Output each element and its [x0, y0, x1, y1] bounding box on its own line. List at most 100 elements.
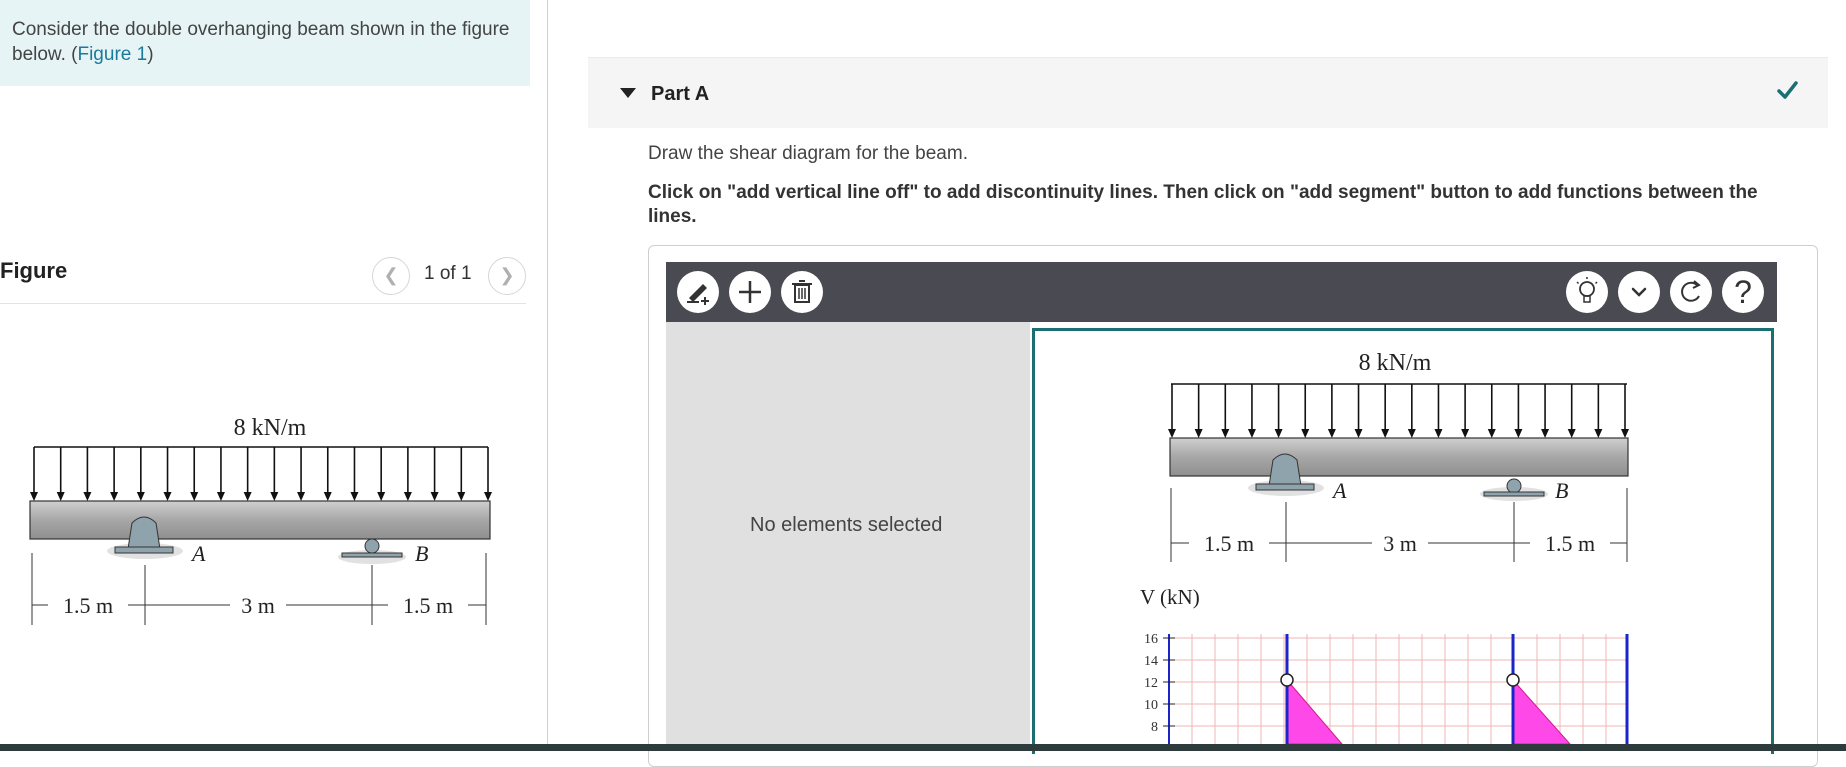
- roller-support-b: [364, 538, 380, 554]
- distributed-load-arrows: [30, 447, 492, 501]
- canvas-distributed-load-arrows: [1168, 384, 1629, 438]
- load-label: 8 kN/m: [234, 415, 307, 441]
- chevron-right-icon: ❯: [499, 265, 515, 285]
- load-arrowhead: [110, 492, 119, 501]
- add-segment-icon: [739, 281, 761, 303]
- load-arrowhead: [1301, 429, 1310, 438]
- problem-statement: Consider the double overhanging beam sho…: [12, 17, 512, 67]
- hint-icon: [1576, 277, 1598, 303]
- reset-button[interactable]: [1670, 271, 1712, 313]
- load-arrowhead: [1221, 429, 1230, 438]
- help-icon: ?: [1734, 274, 1752, 310]
- y-axis-ticks: 1614121086: [1144, 632, 1175, 744]
- support-a-label: A: [190, 541, 206, 566]
- figure-heading: Figure: [0, 258, 68, 283]
- problem-text-end: ): [147, 44, 154, 65]
- prev-figure-button[interactable]: ❮: [372, 257, 410, 295]
- load-arrowhead: [190, 492, 199, 501]
- canvas-roller-support-b: [1506, 478, 1522, 494]
- dim-left-label: 1.5 m: [63, 593, 113, 618]
- canvas-beam: [1169, 437, 1629, 477]
- load-arrowhead: [1407, 429, 1416, 438]
- hint-button[interactable]: [1566, 271, 1608, 313]
- help-button[interactable]: ?: [1722, 271, 1764, 313]
- load-arrowhead: [403, 492, 412, 501]
- load-arrowhead: [297, 492, 306, 501]
- load-arrowhead: [1168, 429, 1176, 438]
- load-arrowhead: [83, 492, 92, 501]
- dropdown-icon: [1631, 287, 1647, 297]
- panel-divider: [547, 0, 548, 751]
- add-segment-button[interactable]: [729, 271, 771, 313]
- y-tick-label: 12: [1144, 676, 1158, 691]
- beam-figure: 8 kN/m A B 1.5 m 3 m 1.5 m: [29, 415, 492, 625]
- load-arrowhead: [1621, 429, 1629, 438]
- delete-button[interactable]: [781, 271, 823, 313]
- load-arrowhead: [1461, 429, 1470, 438]
- load-arrowhead: [1594, 429, 1603, 438]
- y-tick-label: 14: [1144, 654, 1158, 669]
- canvas-load-label: 8 kN/m: [1359, 350, 1432, 376]
- load-arrowhead: [1247, 429, 1256, 438]
- support-b-label: B: [415, 541, 428, 566]
- delete-icon: [792, 280, 812, 303]
- selection-status: No elements selected: [750, 514, 943, 536]
- chevron-left-icon: ❮: [383, 265, 399, 285]
- segment-handle[interactable]: [1280, 673, 1294, 687]
- beam: [29, 500, 491, 540]
- add-vertical-line-icon: [687, 284, 709, 305]
- collapse-caret-icon[interactable]: [620, 88, 636, 98]
- load-arrowhead: [163, 492, 172, 501]
- load-arrowhead: [1514, 429, 1523, 438]
- dim-mid-label: 3 m: [241, 593, 275, 618]
- checkmark-icon: [1777, 81, 1798, 99]
- y-axis-label: V (kN): [1140, 585, 1200, 609]
- reset-icon: [1681, 280, 1701, 302]
- load-arrowhead: [30, 492, 38, 501]
- load-arrowhead: [1327, 429, 1336, 438]
- load-arrowhead: [1194, 429, 1203, 438]
- load-arrowhead: [484, 492, 492, 501]
- segment-handle[interactable]: [1506, 673, 1520, 687]
- load-arrowhead: [377, 492, 386, 501]
- load-arrowhead: [1354, 429, 1363, 438]
- canvas-dim-mid-label: 3 m: [1383, 531, 1417, 556]
- canvas-dim-right-label: 1.5 m: [1545, 531, 1595, 556]
- pin-support-a: [127, 516, 161, 550]
- load-arrowhead: [1487, 429, 1496, 438]
- y-tick-label: 10: [1144, 698, 1158, 713]
- taskbar: [0, 744, 1846, 751]
- figure-pager: 1 of 1: [424, 263, 472, 284]
- load-arrowhead: [243, 492, 252, 501]
- load-arrowhead: [1274, 429, 1283, 438]
- figure-link[interactable]: Figure 1: [77, 44, 147, 65]
- shear-segment-right[interactable]: [1512, 678, 1571, 744]
- load-arrowhead: [1567, 429, 1576, 438]
- load-arrowhead: [216, 492, 225, 501]
- plot-grid: [1168, 634, 1627, 744]
- load-arrowhead: [270, 492, 279, 501]
- instruction-text: Draw the shear diagram for the beam.: [648, 143, 968, 164]
- problem-statement-box: Consider the double overhanging beam sho…: [0, 0, 530, 86]
- part-a-title: Part A: [651, 83, 710, 105]
- load-arrowhead: [1381, 429, 1390, 438]
- load-arrowhead: [350, 492, 359, 501]
- load-arrowhead: [1434, 429, 1443, 438]
- tool-toolbar: [666, 262, 1777, 322]
- y-tick-label: 8: [1151, 720, 1158, 735]
- dim-right-label: 1.5 m: [403, 593, 453, 618]
- part-a-header[interactable]: [588, 57, 1828, 128]
- shear-plot: V (kN) 1614121086: [1140, 585, 1629, 744]
- load-arrowhead: [136, 492, 145, 501]
- canvas-pin-support-a: [1268, 453, 1302, 487]
- figure-divider: [0, 303, 526, 304]
- add-vertical-line-button[interactable]: [677, 271, 719, 313]
- canvas-support-b-label: B: [1555, 478, 1568, 503]
- next-figure-button[interactable]: ❯: [488, 257, 526, 295]
- canvas-dim-left-label: 1.5 m: [1204, 531, 1254, 556]
- instruction-bold-text: Click on "add vertical line off" to add …: [648, 182, 1758, 227]
- dropdown-button[interactable]: [1618, 271, 1660, 313]
- load-arrowhead: [56, 492, 65, 501]
- load-arrowhead: [323, 492, 332, 501]
- shear-segment-left[interactable]: [1286, 678, 1343, 744]
